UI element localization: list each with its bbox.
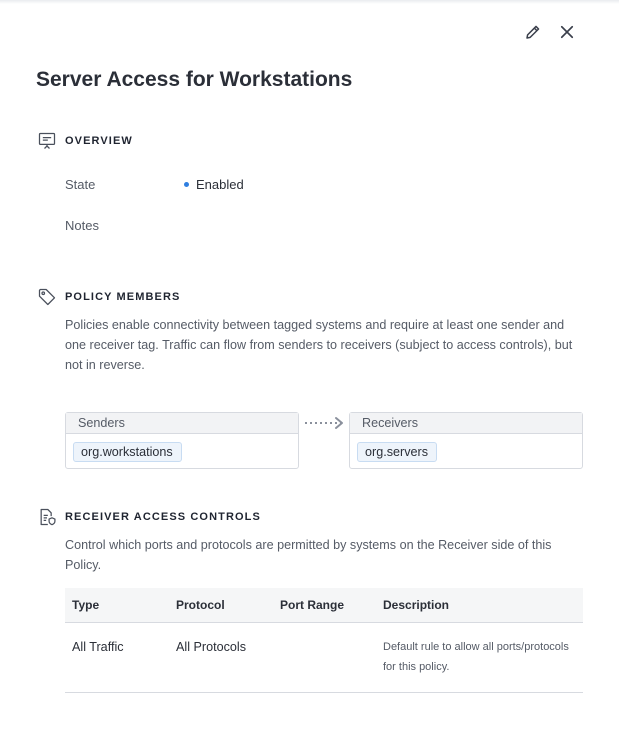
table-row[interactable]: All Traffic All Protocols Default rule t… — [65, 623, 583, 693]
pencil-icon — [526, 25, 540, 39]
receiver-access-section-header: RECEIVER ACCESS CONTROLS — [36, 506, 261, 528]
top-shadow — [0, 0, 619, 4]
flow-arrow-icon — [305, 417, 343, 429]
close-icon — [560, 25, 574, 39]
column-header-port-range[interactable]: Port Range — [273, 598, 376, 612]
state-value-text: Enabled — [196, 177, 244, 192]
overview-section-header: OVERVIEW — [36, 130, 133, 152]
tag-icon — [36, 286, 58, 308]
status-dot — [184, 182, 189, 187]
column-header-type[interactable]: Type — [65, 598, 169, 612]
notes-label: Notes — [65, 218, 99, 233]
edit-button[interactable] — [523, 22, 543, 42]
senders-box: Senders org.workstations — [65, 412, 299, 469]
policy-members-heading: POLICY MEMBERS — [65, 291, 181, 303]
policy-members-description: Policies enable connectivity between tag… — [65, 318, 573, 372]
cell-protocol: All Protocols — [176, 640, 246, 654]
cell-type: All Traffic — [72, 640, 124, 654]
cell-description: Default rule to allow all ports/protocol… — [383, 641, 569, 673]
receiver-tag[interactable]: org.servers — [357, 442, 437, 462]
senders-label: Senders — [66, 413, 298, 434]
column-header-protocol[interactable]: Protocol — [169, 598, 273, 612]
receiver-access-heading: RECEIVER ACCESS CONTROLS — [65, 511, 261, 523]
table-header: Type Protocol Port Range Description — [65, 588, 583, 623]
receivers-label: Receivers — [350, 413, 582, 434]
sender-tag[interactable]: org.workstations — [73, 442, 182, 462]
document-shield-icon — [36, 506, 58, 528]
access-controls-table: Type Protocol Port Range Description All… — [65, 588, 583, 693]
page-title: Server Access for Workstations — [36, 68, 353, 91]
overview-heading: OVERVIEW — [65, 135, 133, 147]
state-value: Enabled — [184, 177, 244, 192]
receivers-box: Receivers org.servers — [349, 412, 583, 469]
policy-members-section-header: POLICY MEMBERS — [36, 286, 180, 308]
close-button[interactable] — [557, 22, 577, 42]
receiver-access-description: Control which ports and protocols are pe… — [65, 538, 552, 572]
column-header-description[interactable]: Description — [376, 598, 583, 612]
state-label: State — [65, 177, 96, 192]
presentation-board-icon — [36, 130, 58, 152]
header-actions — [523, 22, 577, 42]
